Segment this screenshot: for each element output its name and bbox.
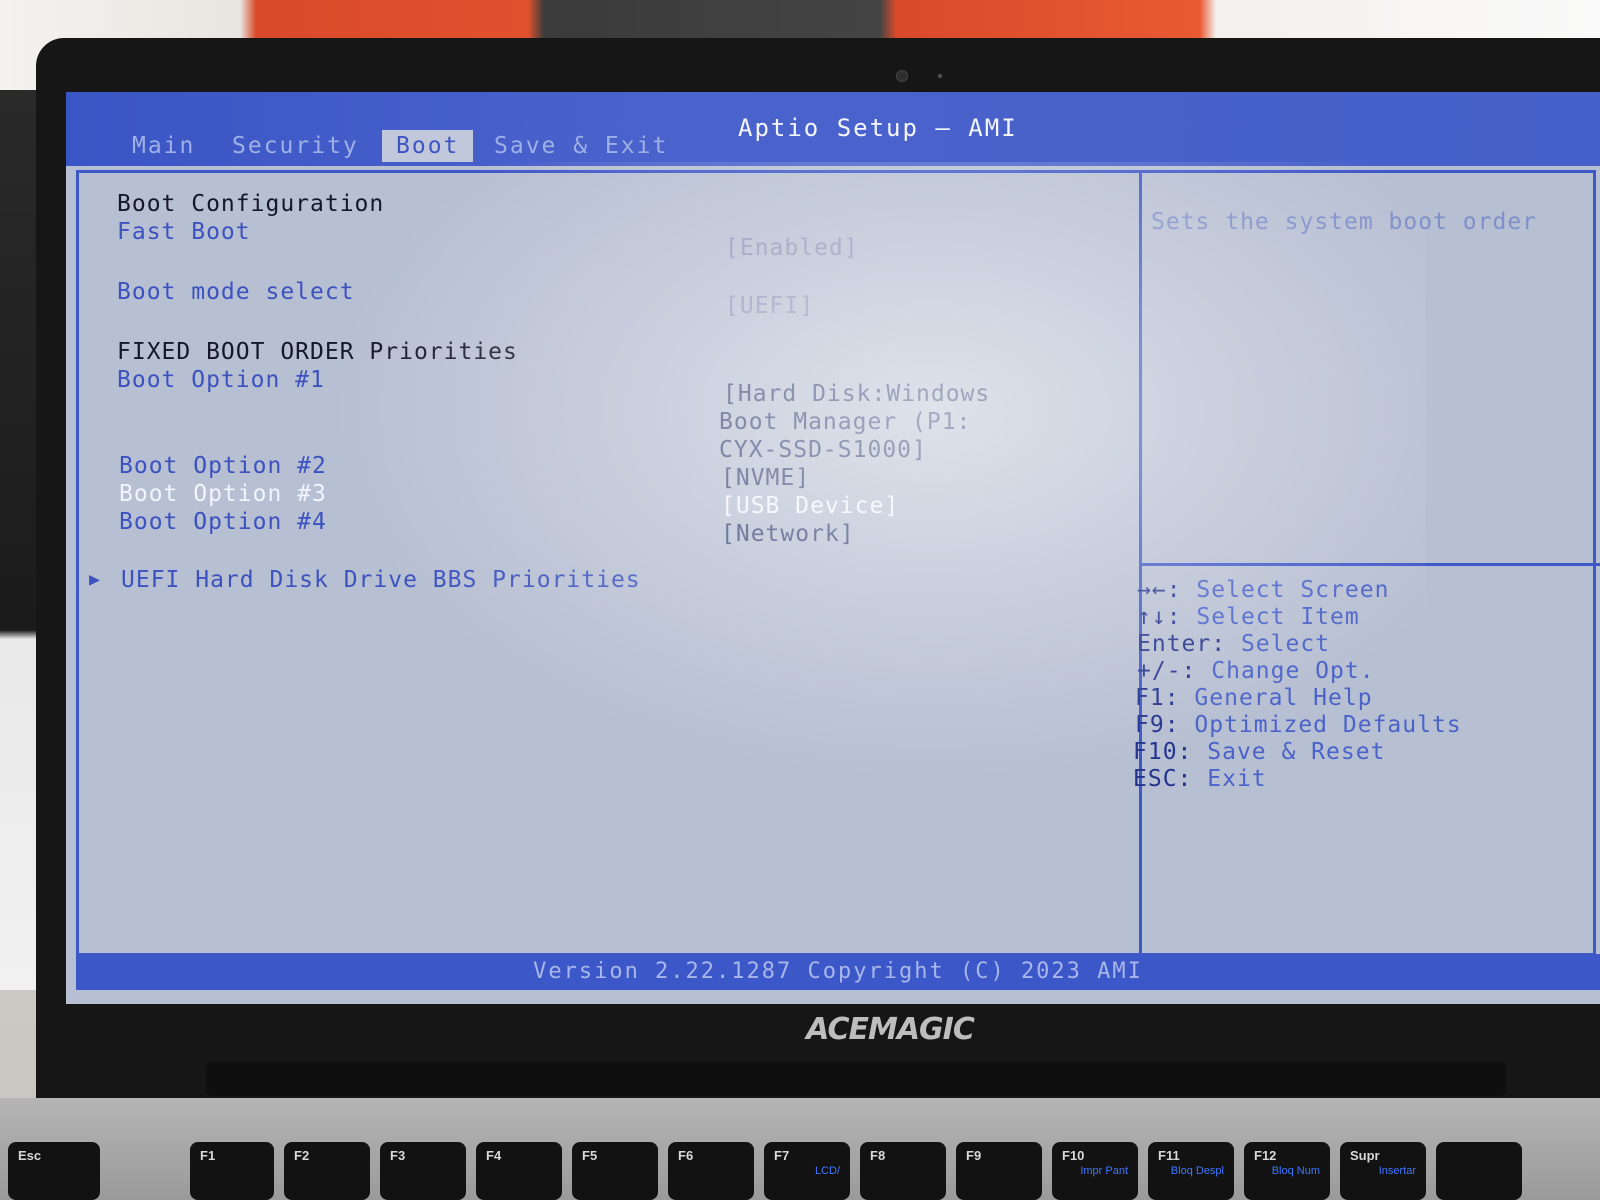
key-hint-key: F9: <box>1135 712 1180 738</box>
key-label: F9 <box>966 1148 982 1163</box>
key-delete[interactable]: Supr Insertar <box>1340 1142 1426 1200</box>
key-hint-key: ESC: <box>1133 766 1193 792</box>
key-hint: F10: Save & Reset <box>1133 739 1385 765</box>
key-f2[interactable]: F2 <box>284 1142 370 1200</box>
laptop-hinge <box>206 1062 1506 1096</box>
help-description: Sets the system boot order <box>1151 209 1538 235</box>
boot-mode-value[interactable]: [UEFI] <box>725 293 814 319</box>
boot-option-3-item[interactable]: Boot Option #3 <box>119 481 327 507</box>
key-f3[interactable]: F3 <box>380 1142 466 1200</box>
boot-option-2-value[interactable]: [NVME] <box>721 465 810 491</box>
webcam-icon <box>896 70 908 82</box>
key-hint-desc: Select Item <box>1196 604 1360 630</box>
boot-configuration-header: Boot Configuration <box>117 191 385 217</box>
key-sublabel: Bloq Despl <box>1170 1165 1224 1177</box>
key-sublabel: Insertar <box>1378 1165 1416 1177</box>
key-esc[interactable]: Esc <box>8 1142 100 1200</box>
fixed-boot-order-header: FIXED BOOT ORDER Priorities <box>117 339 518 365</box>
key-label: F5 <box>582 1148 598 1163</box>
key-label: F1 <box>200 1148 216 1163</box>
tab-main[interactable]: Main <box>118 130 209 162</box>
boot-option-3-value[interactable]: [USB Device] <box>721 493 899 519</box>
key-hint-desc: General Help <box>1194 685 1373 711</box>
key-label: F12 <box>1254 1148 1277 1163</box>
key-hint-key: Enter: <box>1137 631 1227 657</box>
key-label: F7 <box>774 1148 790 1163</box>
key-hint: +/-: Change Opt. <box>1137 658 1375 684</box>
boot-option-4-item[interactable]: Boot Option #4 <box>119 509 327 535</box>
key-hint-key: F10: <box>1133 739 1193 765</box>
key-f5[interactable]: F5 <box>572 1142 658 1200</box>
boot-option-1-value-line[interactable]: [Hard Disk:Windows <box>723 381 990 407</box>
fast-boot-item[interactable]: Fast Boot <box>117 219 251 245</box>
boot-option-4-value[interactable]: [Network] <box>721 521 855 547</box>
key-label: Esc <box>18 1148 42 1163</box>
key-hint-key: F1: <box>1135 685 1180 711</box>
uefi-bbs-priorities-submenu[interactable]: UEFI Hard Disk Drive BBS Priorities <box>121 567 641 593</box>
key-label: F10 <box>1062 1148 1085 1163</box>
key-label: F6 <box>678 1148 694 1163</box>
key-hint-desc: Select Screen <box>1196 577 1390 603</box>
key-hint-desc: Select <box>1240 631 1331 657</box>
boot-option-1-value-line[interactable]: Boot Manager (P1: <box>719 409 971 435</box>
tab-boot[interactable]: Boot <box>382 130 474 162</box>
key-label: F4 <box>486 1148 502 1163</box>
key-f11[interactable]: F11 Bloq Despl <box>1148 1142 1234 1200</box>
key-sublabel: Impr Pant <box>1080 1165 1128 1177</box>
version-footer: Version 2.22.1287 Copyright (C) 2023 AMI <box>76 954 1600 990</box>
key-label: F3 <box>390 1148 406 1163</box>
key-f1[interactable]: F1 <box>190 1142 274 1200</box>
key-f10[interactable]: F10 Impr Pant <box>1052 1142 1138 1200</box>
key-hint-desc: Save & Reset <box>1207 739 1386 765</box>
window-title: Aptio Setup – AMI <box>738 114 1018 142</box>
key-hint-key: →←: <box>1137 577 1182 603</box>
key-hint: →←: Select Screen <box>1137 577 1389 603</box>
key-sublabel: LCD/ <box>814 1165 840 1177</box>
key-f8[interactable]: F8 <box>860 1142 946 1200</box>
key-label: F2 <box>294 1148 310 1163</box>
key-hint-desc: Exit <box>1207 766 1267 792</box>
triangle-right-icon: ▶ <box>89 569 101 590</box>
tab-security[interactable]: Security <box>218 130 373 162</box>
help-divider <box>1142 563 1600 566</box>
tab-save-exit[interactable]: Save & Exit <box>480 130 682 162</box>
key-f9[interactable]: F9 <box>956 1142 1042 1200</box>
key-hint: ↑↓: Select Item <box>1137 604 1360 630</box>
key-extra[interactable] <box>1436 1142 1522 1200</box>
key-hint: F9: Optimized Defaults <box>1135 712 1462 738</box>
key-hint-key: +/-: <box>1137 658 1197 684</box>
key-hint-key: ↑↓: <box>1137 604 1182 630</box>
camera-indicator-icon <box>938 74 942 78</box>
boot-option-2-item[interactable]: Boot Option #2 <box>119 453 327 479</box>
key-f6[interactable]: F6 <box>668 1142 754 1200</box>
key-hint: ESC: Exit <box>1133 766 1267 792</box>
key-f12[interactable]: F12 Bloq Num <box>1244 1142 1330 1200</box>
key-sublabel: Bloq Num <box>1271 1165 1320 1177</box>
key-label: Supr <box>1350 1148 1380 1163</box>
key-f7[interactable]: F7 LCD/ <box>764 1142 850 1200</box>
top-bar: Main Security Boot Save & Exit Aptio Set… <box>66 92 1600 166</box>
key-hint-desc: Optimized Defaults <box>1194 712 1462 738</box>
key-hint: F1: General Help <box>1135 685 1373 711</box>
boot-option-1-item[interactable]: Boot Option #1 <box>117 367 325 393</box>
key-f4[interactable]: F4 <box>476 1142 562 1200</box>
key-hint-desc: Change Opt. <box>1211 658 1375 684</box>
bios-screen: Main Security Boot Save & Exit Aptio Set… <box>66 92 1600 1004</box>
fast-boot-value[interactable]: [Enabled] <box>725 235 859 261</box>
settings-panel: Boot Configuration Fast Boot [Enabled] B… <box>76 170 1600 956</box>
key-label: F8 <box>870 1148 886 1163</box>
brand-logo: ACEMAGIC <box>806 1012 975 1047</box>
boot-mode-item[interactable]: Boot mode select <box>117 279 355 305</box>
key-hint: Enter: Select <box>1137 631 1330 657</box>
boot-option-1-value-line[interactable]: CYX-SSD-S1000] <box>719 437 927 463</box>
key-label: F11 <box>1158 1148 1180 1163</box>
